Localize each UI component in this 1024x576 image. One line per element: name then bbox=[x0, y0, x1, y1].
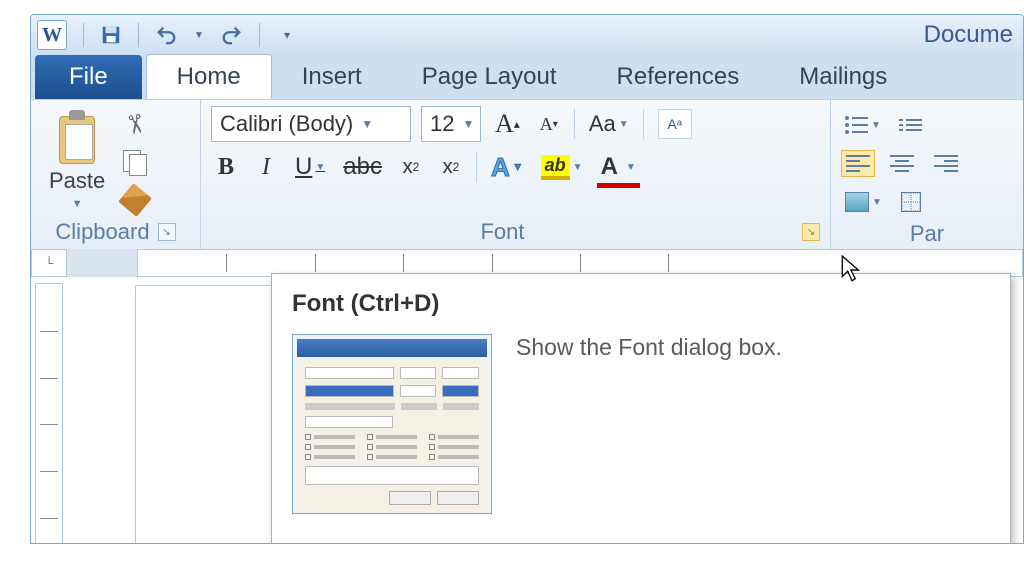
clipboard-icon bbox=[55, 110, 99, 164]
highlight-button[interactable]: ab▼ bbox=[537, 150, 587, 184]
shading-button[interactable]: ▼ bbox=[841, 185, 886, 219]
strikethrough-button[interactable]: abc bbox=[339, 150, 386, 184]
undo-dropdown[interactable]: ▼ bbox=[193, 22, 205, 48]
align-right-button[interactable] bbox=[929, 150, 963, 177]
italic-button[interactable]: I bbox=[251, 150, 281, 184]
bullets-button[interactable]: ▼ bbox=[841, 108, 885, 142]
font-launcher[interactable]: ↘ bbox=[802, 223, 820, 241]
align-center-button[interactable] bbox=[885, 150, 919, 177]
align-right-icon bbox=[934, 155, 958, 172]
align-center-icon bbox=[890, 155, 914, 172]
tab-home[interactable]: Home bbox=[146, 54, 272, 99]
shading-icon bbox=[845, 192, 869, 212]
superscript-button[interactable]: x2 bbox=[436, 150, 466, 184]
save-button[interactable] bbox=[98, 22, 124, 48]
font-name-combo[interactable]: Calibri (Body)▼ bbox=[211, 106, 411, 142]
tooltip-description: Show the Font dialog box. bbox=[516, 334, 782, 514]
vertical-ruler[interactable] bbox=[35, 283, 63, 544]
borders-button[interactable] bbox=[896, 185, 926, 219]
undo-button[interactable] bbox=[153, 22, 179, 48]
clipboard-group-label: Clipboard bbox=[55, 219, 149, 245]
align-left-button[interactable] bbox=[841, 150, 875, 177]
change-case-button[interactable]: Aa▼ bbox=[585, 107, 633, 141]
font-group-label: Font bbox=[480, 219, 524, 245]
redo-button[interactable] bbox=[219, 22, 245, 48]
bold-button[interactable]: B bbox=[211, 150, 241, 184]
font-color-button[interactable]: A▼ bbox=[597, 150, 640, 184]
paste-label: Paste bbox=[49, 168, 105, 194]
underline-button[interactable]: U▼ bbox=[291, 150, 329, 184]
tab-page-layout[interactable]: Page Layout bbox=[392, 55, 587, 99]
brush-icon bbox=[118, 183, 152, 217]
tooltip-title: Font (Ctrl+D) bbox=[292, 290, 990, 318]
scissors-icon: ✂ bbox=[118, 111, 152, 138]
numbering-icon bbox=[899, 119, 922, 131]
copy-icon bbox=[123, 150, 147, 174]
tab-insert[interactable]: Insert bbox=[272, 55, 392, 99]
title-bar: W ▼ ▾ Docume bbox=[31, 15, 1023, 55]
document-title: Docume bbox=[924, 21, 1017, 49]
qat-customize-dropdown[interactable]: ▾ bbox=[274, 22, 300, 48]
paste-button[interactable]: Paste ▼ bbox=[41, 106, 113, 217]
grow-font-button[interactable]: A▴ bbox=[491, 107, 524, 141]
align-left-icon bbox=[846, 155, 870, 172]
word-app-icon: W bbox=[37, 20, 67, 50]
tab-references[interactable]: References bbox=[587, 55, 770, 99]
shrink-font-button[interactable]: A▾ bbox=[534, 107, 564, 141]
paragraph-group-label: Par bbox=[910, 221, 944, 247]
copy-button[interactable] bbox=[121, 148, 149, 176]
bullets-icon bbox=[845, 116, 868, 134]
eraser-icon: Aᵃ bbox=[658, 109, 692, 139]
numbering-button[interactable] bbox=[895, 108, 926, 142]
tab-mailings[interactable]: Mailings bbox=[769, 55, 917, 99]
clear-formatting-button[interactable]: Aᵃ bbox=[654, 107, 696, 141]
ruler-corner[interactable]: └ bbox=[31, 249, 67, 277]
font-size-combo[interactable]: 12▼ bbox=[421, 106, 481, 142]
borders-icon bbox=[901, 192, 921, 212]
ribbon-tabs: File Home Insert Page Layout References … bbox=[31, 55, 1023, 99]
format-painter-button[interactable] bbox=[121, 186, 149, 214]
text-effects-button[interactable]: A▼ bbox=[487, 150, 527, 184]
tab-file[interactable]: File bbox=[35, 55, 142, 99]
font-launcher-tooltip: Font (Ctrl+D) Show th bbox=[271, 273, 1011, 544]
tooltip-thumbnail bbox=[292, 334, 492, 514]
clipboard-launcher[interactable]: ↘ bbox=[158, 223, 176, 241]
subscript-button[interactable]: x2 bbox=[396, 150, 426, 184]
cut-button[interactable]: ✂ bbox=[121, 110, 149, 138]
